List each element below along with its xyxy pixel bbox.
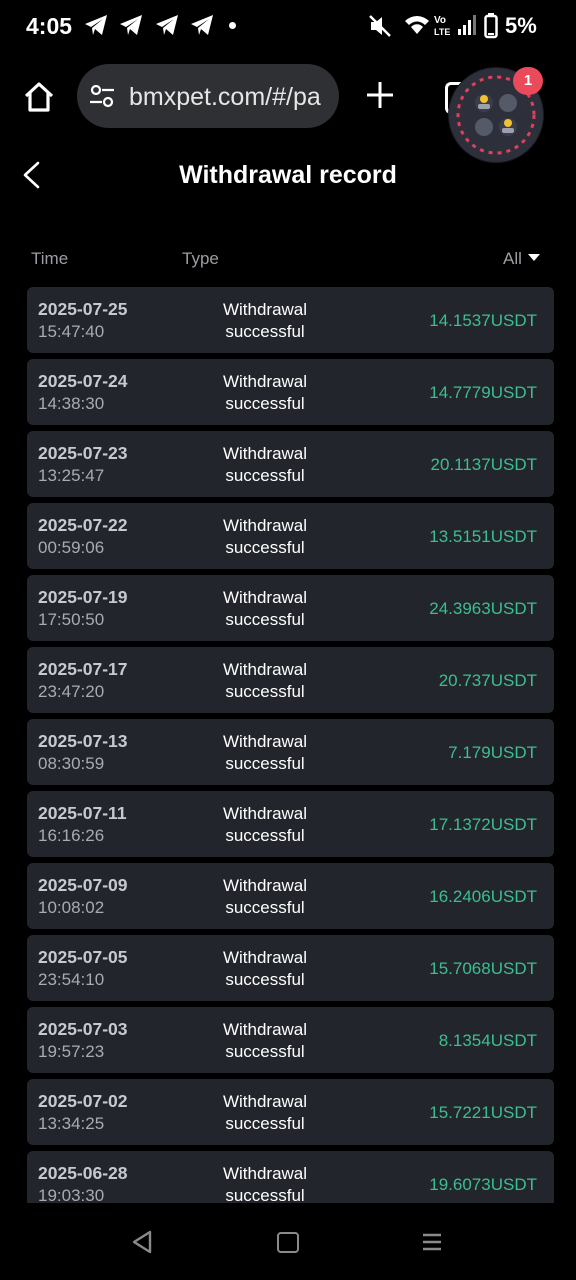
record-time: 14:38:30 <box>38 394 105 413</box>
record-type: Withdrawal successful <box>222 876 308 917</box>
record-type: Withdrawal successful <box>222 444 308 485</box>
record-row[interactable]: 2025-06-28 19:03:30 Withdrawal successful… <box>27 1151 554 1203</box>
address-bar[interactable]: bmxpet.com/#/pa <box>77 64 339 128</box>
volte-icon: Vo LTE <box>434 15 450 37</box>
record-row[interactable]: 2025-07-02 13:34:25 Withdrawal successful… <box>27 1079 554 1145</box>
record-date: 2025-07-22 <box>38 515 128 535</box>
caret-down-icon <box>527 254 540 262</box>
record-date: 2025-06-28 <box>38 1163 128 1183</box>
record-date: 2025-07-11 <box>38 803 127 823</box>
record-date: 2025-07-03 <box>38 1019 128 1039</box>
record-date: 2025-07-09 <box>38 875 128 895</box>
record-time: 08:30:59 <box>38 754 105 773</box>
record-time: 16:16:26 <box>38 826 105 845</box>
column-header-type: Type <box>182 249 219 268</box>
record-amount: 17.1372USDT <box>429 815 537 834</box>
battery-percent: 5% <box>505 13 537 38</box>
telegram-icon <box>85 15 107 35</box>
record-amount: 24.3963USDT <box>429 599 537 618</box>
record-date: 2025-07-17 <box>38 659 128 679</box>
record-type: Withdrawal successful <box>222 1020 308 1061</box>
record-amount: 14.7779USDT <box>429 383 537 402</box>
record-time: 13:25:47 <box>38 466 105 485</box>
column-header-time: Time <box>31 249 69 268</box>
record-amount: 15.7221USDT <box>429 1103 537 1122</box>
record-amount: 20.737USDT <box>438 671 537 690</box>
record-type: Withdrawal successful <box>222 1092 308 1133</box>
record-amount: 16.2406USDT <box>429 887 537 906</box>
home-icon[interactable] <box>22 80 56 114</box>
filter-label: All <box>503 249 522 268</box>
record-amount: 19.6073USDT <box>429 1175 537 1194</box>
record-date: 2025-07-05 <box>38 947 128 967</box>
filter-dropdown[interactable]: All <box>503 249 540 269</box>
nav-home-icon[interactable] <box>277 1232 299 1253</box>
record-amount: 7.179USDT <box>448 743 537 762</box>
telegram-icon <box>191 15 213 35</box>
record-date: 2025-07-19 <box>38 587 128 607</box>
record-type: Withdrawal successful <box>222 1164 308 1203</box>
url-text[interactable]: bmxpet.com/#/pa <box>129 83 321 112</box>
page-title: Withdrawal record <box>179 161 397 189</box>
record-amount: 14.1537USDT <box>429 311 537 330</box>
record-date: 2025-07-02 <box>38 1091 128 1111</box>
record-type: Withdrawal successful <box>222 732 308 773</box>
record-amount: 15.7068USDT <box>429 959 537 978</box>
telegram-icon <box>120 15 142 35</box>
record-amount: 20.1137USDT <box>430 455 537 474</box>
new-tab-icon[interactable] <box>366 81 394 109</box>
record-time: 17:50:50 <box>38 610 105 629</box>
record-row[interactable]: 2025-07-05 23:54:10 Withdrawal successful… <box>27 935 554 1001</box>
record-row[interactable]: 2025-07-09 10:08:02 Withdrawal successful… <box>27 863 554 929</box>
record-time: 13:34:25 <box>38 1114 105 1133</box>
record-date: 2025-07-13 <box>38 731 128 751</box>
record-row[interactable]: 2025-07-17 23:47:20 Withdrawal successful… <box>27 647 554 713</box>
record-row[interactable]: 2025-07-19 17:50:50 Withdrawal successful… <box>27 575 554 641</box>
telegram-icon <box>156 15 178 35</box>
record-row[interactable]: 2025-07-11 16:16:26 Withdrawal successful… <box>27 791 554 857</box>
record-date: 2025-07-24 <box>38 371 128 391</box>
status-time: 4:05 <box>26 13 73 39</box>
site-settings-icon[interactable] <box>89 84 115 108</box>
record-row[interactable]: 2025-07-03 19:57:23 Withdrawal successful… <box>27 1007 554 1073</box>
record-date: 2025-07-25 <box>38 299 128 319</box>
svg-text:LTE: LTE <box>434 27 450 37</box>
record-row[interactable]: 2025-07-13 08:30:59 Withdrawal successful… <box>27 719 554 785</box>
record-type: Withdrawal successful <box>222 300 308 341</box>
record-date: 2025-07-23 <box>38 443 128 463</box>
nav-recents-icon[interactable] <box>422 1232 442 1252</box>
svg-text:Vo: Vo <box>434 15 446 26</box>
record-amount: 8.1354USDT <box>438 1031 537 1050</box>
record-time: 15:47:40 <box>38 322 105 341</box>
record-time: 00:59:06 <box>38 538 105 557</box>
record-row[interactable]: 2025-07-22 00:59:06 Withdrawal successful… <box>27 503 554 569</box>
notification-badge: 1 <box>513 67 543 95</box>
record-type: Withdrawal successful <box>222 516 308 557</box>
status-bar: 4:05 Vo LTE 5% <box>0 0 576 54</box>
record-time: 23:47:20 <box>38 682 105 701</box>
record-type: Withdrawal successful <box>222 948 308 989</box>
system-nav-bar <box>0 1203 576 1280</box>
record-amount: 13.5151USDT <box>429 527 537 546</box>
page-header: Withdrawal record <box>0 150 576 202</box>
withdrawal-list[interactable]: 2025-07-25 15:47:40 Withdrawal successful… <box>27 287 554 1203</box>
wifi-icon <box>405 16 429 34</box>
record-row[interactable]: 2025-07-24 14:38:30 Withdrawal successful… <box>27 359 554 425</box>
record-time: 19:03:30 <box>38 1186 105 1203</box>
record-type: Withdrawal successful <box>222 804 308 845</box>
signal-icon <box>458 15 476 35</box>
mute-icon <box>369 15 391 37</box>
record-type: Withdrawal successful <box>222 372 308 413</box>
record-time: 10:08:02 <box>38 898 105 917</box>
record-time: 19:57:23 <box>38 1042 105 1061</box>
record-time: 23:54:10 <box>38 970 105 989</box>
record-type: Withdrawal successful <box>222 660 308 701</box>
battery-icon <box>484 13 498 39</box>
record-row[interactable]: 2025-07-23 13:25:47 Withdrawal successful… <box>27 431 554 497</box>
notification-dot <box>229 22 236 29</box>
record-type: Withdrawal successful <box>222 588 308 629</box>
nav-back-icon[interactable] <box>131 1230 153 1254</box>
record-row[interactable]: 2025-07-25 15:47:40 Withdrawal successful… <box>27 287 554 353</box>
